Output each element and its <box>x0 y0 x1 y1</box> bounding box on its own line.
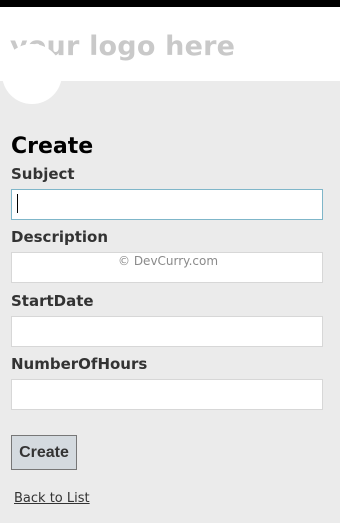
description-label: Description <box>11 228 109 246</box>
subject-label: Subject <box>11 165 75 183</box>
text-caret <box>17 194 18 213</box>
numberofhours-input[interactable] <box>11 379 323 410</box>
page-title: Create <box>11 134 94 159</box>
watermark: © DevCurry.com <box>118 254 219 268</box>
numberofhours-label: NumberOfHours <box>11 355 148 373</box>
startdate-label: StartDate <box>11 292 94 310</box>
logo-circle <box>2 44 62 104</box>
top-bar <box>0 0 340 7</box>
startdate-input[interactable] <box>11 316 323 347</box>
create-button[interactable]: Create <box>11 435 77 470</box>
subject-input[interactable] <box>11 189 323 220</box>
back-to-list-link[interactable]: Back to List <box>14 491 90 506</box>
